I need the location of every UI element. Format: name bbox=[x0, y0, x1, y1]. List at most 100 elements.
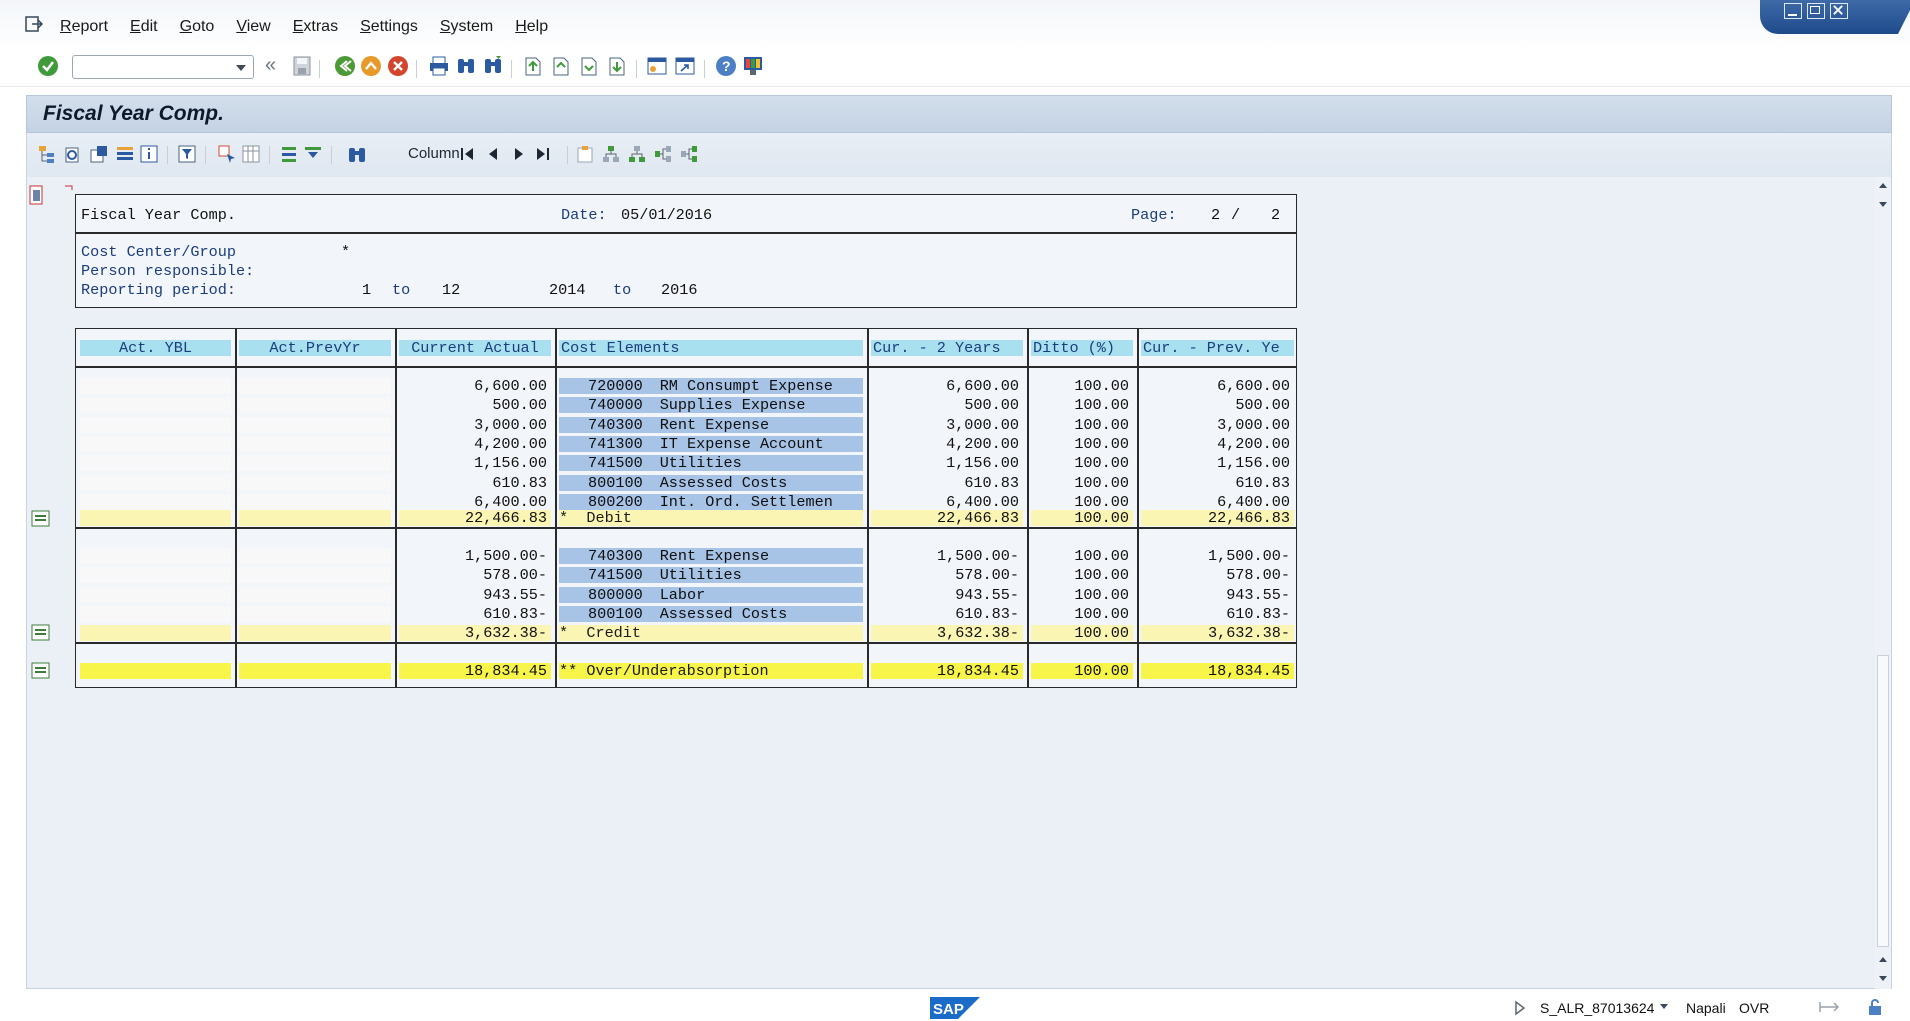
cost-element-name[interactable]: Assessed Costs bbox=[660, 474, 788, 492]
close-icon[interactable] bbox=[1830, 3, 1848, 19]
filter-icon[interactable] bbox=[177, 144, 197, 164]
menu-settings[interactable]: Settings bbox=[360, 18, 418, 36]
cost-element-code[interactable]: 720000 bbox=[588, 377, 643, 395]
cost-element-name[interactable]: Rent Expense bbox=[660, 547, 769, 565]
cost-element-label: * Debit bbox=[559, 510, 863, 526]
print-icon[interactable] bbox=[428, 55, 450, 77]
last-column-icon[interactable] bbox=[533, 144, 553, 164]
enter-checkmark-icon[interactable] bbox=[37, 55, 59, 77]
generate-shortcut-icon[interactable] bbox=[674, 55, 696, 77]
cost-element-cell[interactable]: 741500 Utilities bbox=[559, 566, 863, 584]
cost-element-name[interactable]: Supplies Expense bbox=[660, 396, 806, 414]
information-icon[interactable] bbox=[139, 144, 159, 164]
cost-element-cell[interactable]: 800000 Labor bbox=[559, 586, 863, 604]
scrollbar-thumb[interactable] bbox=[1877, 655, 1889, 947]
find-icon[interactable] bbox=[455, 55, 477, 77]
cost-element-code[interactable]: 800000 bbox=[588, 586, 643, 604]
exit-icon[interactable] bbox=[360, 55, 382, 77]
hierarchy-left-icon[interactable] bbox=[653, 144, 673, 164]
hierarchy-right-icon[interactable] bbox=[679, 144, 699, 164]
report-interface-icon[interactable] bbox=[89, 144, 109, 164]
cost-element-name[interactable]: IT Expense Account bbox=[660, 435, 824, 453]
cost-element-cell[interactable]: 800100 Assessed Costs bbox=[559, 605, 863, 623]
cancel-icon[interactable] bbox=[387, 55, 409, 77]
menu-system[interactable]: System bbox=[440, 18, 493, 36]
save-icon[interactable] bbox=[292, 55, 312, 77]
maximize-icon[interactable] bbox=[1807, 3, 1825, 19]
back-icon[interactable] bbox=[334, 55, 356, 77]
cost-element-code[interactable]: 741300 bbox=[588, 435, 643, 453]
cost-element-code[interactable]: 741500 bbox=[588, 454, 643, 472]
vertical-scrollbar[interactable] bbox=[1875, 177, 1891, 989]
chevron-down-icon[interactable] bbox=[236, 65, 246, 71]
column-button-label[interactable]: Column bbox=[408, 145, 460, 162]
status-expand-icon[interactable] bbox=[1514, 1000, 1526, 1016]
cost-element-cell[interactable]: 720000 RM Consumpt Expense bbox=[559, 378, 863, 394]
expand-icon[interactable] bbox=[279, 144, 299, 164]
cost-element-cell[interactable]: 740300 Rent Expense bbox=[559, 548, 863, 564]
menu-extras[interactable]: Extras bbox=[293, 18, 338, 36]
hierarchy-up-icon[interactable] bbox=[601, 144, 621, 164]
scroll-top-icon[interactable] bbox=[1878, 181, 1888, 189]
first-column-icon[interactable] bbox=[457, 144, 477, 164]
cost-element-cell[interactable]: 800100 Assessed Costs bbox=[559, 474, 863, 492]
column-binoculars-icon[interactable] bbox=[347, 144, 367, 164]
cost-element-code[interactable]: 740300 bbox=[588, 547, 643, 565]
find-next-icon[interactable] bbox=[482, 55, 504, 77]
help-icon[interactable]: ? bbox=[715, 55, 737, 77]
cost-element-name[interactable]: Assessed Costs bbox=[660, 605, 788, 623]
variation-icon[interactable] bbox=[63, 144, 83, 164]
scroll-bottom-icon[interactable] bbox=[1878, 975, 1888, 983]
scroll-up-icon[interactable] bbox=[1878, 201, 1888, 209]
cost-element-code[interactable]: 741500 bbox=[588, 566, 643, 584]
cost-element-name[interactable]: Labor bbox=[660, 586, 706, 604]
menu-help[interactable]: Help bbox=[515, 18, 548, 36]
structure-icon[interactable] bbox=[575, 144, 595, 164]
next-page-icon[interactable] bbox=[578, 55, 600, 77]
lock-icon[interactable] bbox=[1866, 998, 1884, 1016]
cost-element-name[interactable]: Utilities bbox=[660, 454, 742, 472]
status-dropdown-icon[interactable] bbox=[1659, 1003, 1669, 1011]
debit-subtotal-marker-icon[interactable] bbox=[31, 510, 50, 527]
credit-subtotal-marker-icon[interactable] bbox=[31, 624, 50, 641]
menu-goto[interactable]: Goto bbox=[180, 18, 215, 36]
menu-edit[interactable]: Edit bbox=[130, 18, 158, 36]
next-column-icon[interactable] bbox=[509, 144, 529, 164]
menu-view[interactable]: View bbox=[236, 18, 270, 36]
collapse-chevron-icon[interactable]: « bbox=[265, 54, 276, 77]
cost-element-code[interactable]: 740300 bbox=[588, 416, 643, 434]
cost-element-name[interactable]: Rent Expense bbox=[660, 416, 769, 434]
cost-element-code[interactable]: 800100 bbox=[588, 605, 643, 623]
menu-report[interactable]: Report bbox=[60, 18, 108, 36]
select-cell-icon[interactable] bbox=[217, 144, 237, 164]
previous-page-icon[interactable] bbox=[550, 55, 572, 77]
hierarchy-down-icon[interactable] bbox=[627, 144, 647, 164]
last-page-icon[interactable] bbox=[606, 55, 628, 77]
cost-element-code[interactable]: 740000 bbox=[588, 396, 643, 414]
hierarchy-icon[interactable] bbox=[37, 144, 57, 164]
previous-column-icon[interactable] bbox=[483, 144, 503, 164]
first-page-icon[interactable] bbox=[522, 55, 544, 77]
cost-element-code[interactable]: 800100 bbox=[588, 474, 643, 492]
cost-element-cell[interactable]: 800200 Int. Ord. Settlemen bbox=[559, 493, 863, 511]
layout-icon[interactable] bbox=[115, 144, 135, 164]
cost-element-cell[interactable]: 740300 Rent Expense bbox=[559, 416, 863, 434]
collapse-icon[interactable] bbox=[303, 144, 323, 164]
cost-element-cell[interactable]: 740000 Supplies Expense bbox=[559, 396, 863, 414]
cost-element-cell[interactable]: 741500 Utilities bbox=[559, 454, 863, 472]
cost-element-name[interactable]: Int. Ord. Settlemen bbox=[660, 493, 833, 511]
column-grid-icon[interactable] bbox=[241, 144, 261, 164]
report-marker-icon[interactable] bbox=[29, 185, 73, 207]
exit-menu-icon[interactable] bbox=[24, 14, 44, 34]
status-transaction[interactable]: S_ALR_87013624 bbox=[1540, 1000, 1654, 1016]
cost-element-cell[interactable]: 741300 IT Expense Account bbox=[559, 435, 863, 453]
create-session-icon[interactable] bbox=[646, 55, 668, 77]
customize-layout-icon[interactable] bbox=[742, 55, 764, 77]
cost-element-name[interactable]: RM Consumpt Expense bbox=[660, 377, 833, 395]
scroll-down-icon[interactable] bbox=[1878, 955, 1888, 963]
minimize-icon[interactable] bbox=[1784, 3, 1802, 19]
status-mode[interactable]: OVR bbox=[1739, 1000, 1769, 1016]
cost-element-name[interactable]: Utilities bbox=[660, 566, 742, 584]
command-field[interactable] bbox=[72, 55, 254, 79]
total-marker-icon[interactable] bbox=[31, 662, 50, 679]
